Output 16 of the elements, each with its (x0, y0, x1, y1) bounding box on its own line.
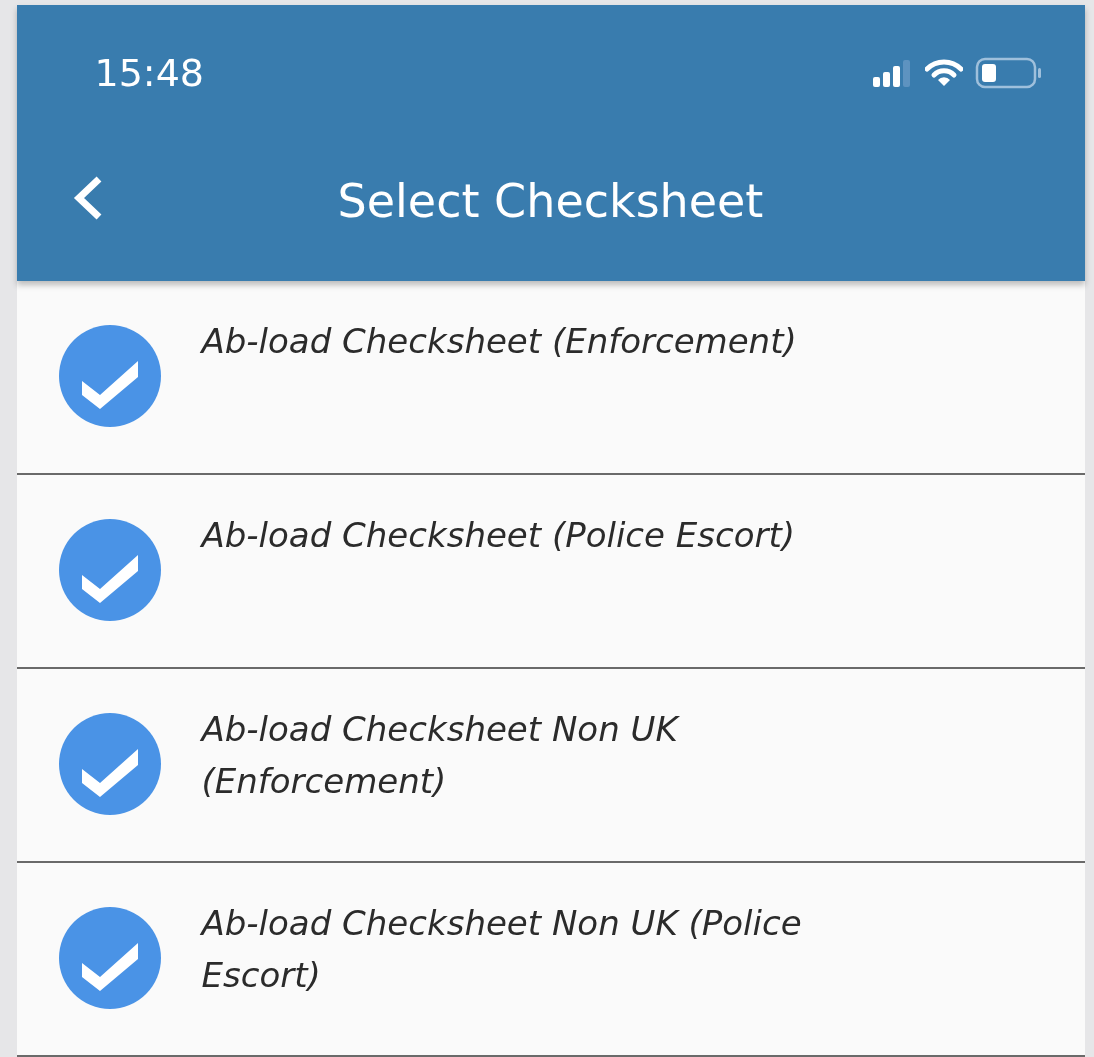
checksheet-label: Ab-load Checksheet (Enforcement) (201, 320, 798, 363)
checksheet-label: Ab-load Checksheet Non UK (Enforcement) (201, 708, 681, 803)
status-time: 15:48 (94, 51, 204, 95)
signal-icon (872, 59, 913, 87)
check-circle-icon[interactable] (57, 905, 162, 1011)
checksheet-item[interactable]: Ab-load Checksheet Non UK (Enforcement) (16, 669, 1085, 863)
check-circle-icon[interactable] (57, 323, 162, 429)
screen-title: Select Checksheet (337, 174, 764, 228)
checksheet-label: Ab-load Checksheet Non UK (Police Escort) (201, 902, 803, 997)
checksheet-item[interactable]: Ab-load Checksheet (Enforcement) (16, 281, 1085, 475)
checksheet-item[interactable]: Ab-load Checksheet (Police Escort) (16, 475, 1085, 669)
check-circle-icon[interactable] (57, 517, 162, 623)
checksheet-item[interactable]: Ab-load Checksheet Non UK (Police Escort) (16, 863, 1085, 1057)
checksheet-label: Ab-load Checksheet (Police Escort) (201, 514, 797, 557)
wifi-icon (924, 59, 963, 87)
check-circle-icon[interactable] (57, 711, 162, 817)
